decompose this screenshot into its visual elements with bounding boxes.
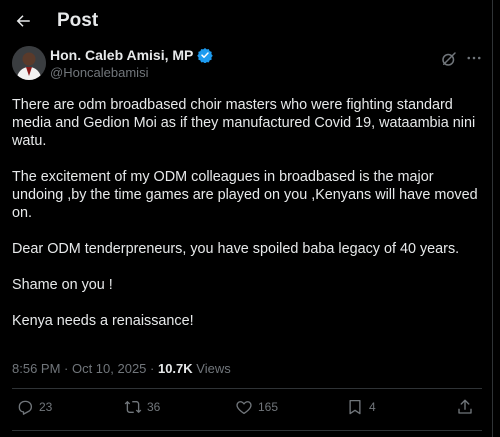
like-button[interactable]: 165 — [235, 398, 278, 416]
reply-icon — [18, 400, 33, 415]
post-view: Post Hon. Caleb Amisi, MP @Honcalebamisi — [0, 0, 493, 437]
action-bar: 23 36 165 4 — [0, 398, 493, 422]
post-paragraph: There are odm broadbased choir masters w… — [12, 97, 476, 149]
more-icon — [467, 56, 481, 60]
more-button[interactable] — [463, 47, 485, 69]
like-count: 165 — [258, 400, 279, 414]
grok-icon — [442, 52, 456, 66]
back-button[interactable] — [8, 6, 38, 36]
post-paragraph: The excitement of my ODM colleagues in b… — [12, 169, 478, 221]
repost-icon — [124, 400, 142, 414]
author-name[interactable]: Hon. Caleb Amisi, MP — [50, 47, 193, 63]
reply-button[interactable]: 23 — [16, 398, 52, 416]
post-paragraph: Shame on you ! — [12, 277, 113, 293]
grok-button[interactable] — [440, 50, 458, 68]
post-text: There are odm broadbased choir masters w… — [12, 96, 482, 348]
header: Post — [0, 0, 493, 43]
post-timestamp[interactable]: 8:56 PM · Oct 10, 2025 · — [12, 361, 158, 376]
bookmark-icon — [349, 399, 361, 415]
share-icon — [458, 399, 472, 414]
verified-badge-icon — [197, 48, 214, 63]
page-title: Post — [57, 10, 99, 31]
views-count: 10.7K — [157, 361, 193, 376]
views-label: Views — [192, 361, 231, 376]
reply-count: 23 — [39, 400, 53, 414]
share-button[interactable] — [456, 398, 474, 416]
repost-count: 36 — [147, 400, 161, 414]
bookmark-button[interactable]: 4 — [346, 398, 376, 416]
like-icon — [236, 401, 252, 415]
divider — [12, 430, 482, 431]
back-arrow-icon — [16, 15, 30, 27]
post-meta: 8:56 PM · Oct 10, 2025 · 10.7K Views — [12, 361, 231, 376]
avatar[interactable] — [12, 46, 46, 80]
divider — [12, 388, 482, 389]
author-name-row[interactable]: Hon. Caleb Amisi, MP — [50, 47, 214, 63]
post-paragraph: Kenya needs a renaissance! — [12, 313, 194, 329]
author-handle[interactable]: @Honcalebamisi — [50, 65, 148, 80]
post-paragraph: Dear ODM tenderpreneurs, you have spoile… — [12, 241, 460, 257]
bookmark-count: 4 — [369, 400, 376, 414]
repost-button[interactable]: 36 — [124, 398, 160, 416]
